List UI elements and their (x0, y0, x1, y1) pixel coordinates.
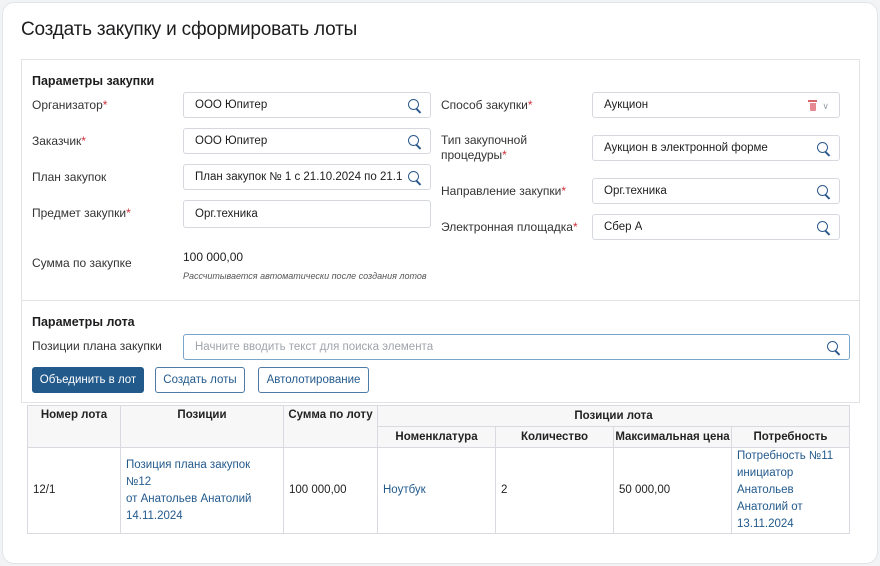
customer-field[interactable]: ООО Юпитер (183, 128, 431, 154)
subject-label: Предмет закупки* (32, 206, 131, 220)
cell-sum: 100 000,00 (283, 447, 378, 534)
platform-label: Электронная площадка* (441, 220, 578, 234)
procedure-type-label: Тип закупочной процедуры* (441, 133, 528, 162)
positions-placeholder: Начните вводить текст для поиска элемент… (195, 341, 434, 353)
merge-into-lot-button[interactable]: Объединить в лот (32, 367, 144, 393)
platform-value: Сбер А (604, 221, 643, 233)
sum-label: Сумма по закупке (32, 256, 132, 270)
header-need: Потребность (731, 426, 850, 448)
cell-nomenclature-link[interactable]: Ноутбук (377, 447, 496, 534)
direction-label: Направление закупки* (441, 184, 566, 198)
customer-label: Заказчик* (32, 134, 86, 148)
purchase-params-panel: Параметры закупки Организатор* ООО Юпите… (21, 59, 860, 301)
plan-value: План закупок № 1 с 21.10.2024 по 21.11.2… (195, 171, 402, 183)
cell-need-link[interactable]: Потребность №11 инициатор Анатольев Анат… (731, 447, 850, 534)
header-lot-number: Номер лота (27, 405, 121, 448)
method-select[interactable]: Аукцион ∨ (592, 92, 840, 118)
header-sum: Сумма по лоту (283, 405, 378, 448)
cell-lot-number: 12/1 (27, 447, 121, 534)
header-quantity: Количество (495, 426, 614, 448)
chevron-down-icon[interactable]: ∨ (822, 101, 829, 112)
search-icon[interactable] (816, 220, 832, 236)
page-title: Создать закупку и сформировать лоты (21, 19, 358, 40)
header-nomenclature: Номенклатура (377, 426, 496, 448)
plan-field[interactable]: План закупок № 1 с 21.10.2024 по 21.11.2… (183, 164, 431, 190)
create-lots-button[interactable]: Создать лоты (155, 367, 245, 393)
table-row: 12/1 Позиция плана закупок №12 от Анатол… (27, 447, 850, 534)
search-icon[interactable] (407, 134, 423, 150)
plan-label: План закупок (32, 170, 107, 184)
header-max-price: Максимальная цена (613, 426, 732, 448)
platform-field[interactable]: Сбер А (592, 214, 840, 240)
organizer-value: ООО Юпитер (195, 99, 268, 111)
positions-label: Позиции плана закупки (32, 339, 162, 353)
header-positions: Позиции (120, 405, 284, 448)
subject-field[interactable]: Орг.техника (183, 200, 431, 228)
method-value: Аукцион (604, 99, 649, 111)
search-icon[interactable] (826, 340, 842, 356)
trash-icon[interactable] (808, 100, 817, 111)
lot-section-title: Параметры лота (32, 315, 135, 329)
cell-max-price: 50 000,00 (613, 447, 732, 534)
search-icon[interactable] (816, 184, 832, 200)
subject-value: Орг.техника (195, 208, 258, 220)
auto-lotting-button[interactable]: Автолотирование (258, 367, 369, 393)
search-icon[interactable] (407, 170, 423, 186)
lots-table: Номер лота Позиции Сумма по лоту Позиции… (27, 405, 850, 534)
procedure-type-field[interactable]: Аукцион в электронной форме (592, 135, 840, 161)
purchase-section-title: Параметры закупки (32, 74, 155, 88)
lot-params-panel: Параметры лота Позиции плана закупки Нач… (21, 300, 860, 403)
direction-value: Орг.техника (604, 185, 667, 197)
header-lot-positions: Позиции лота (377, 405, 850, 427)
search-icon[interactable] (816, 141, 832, 157)
cell-position-link[interactable]: Позиция плана закупок №12 от Анатольев А… (120, 447, 284, 534)
customer-value: ООО Юпитер (195, 135, 268, 147)
search-icon[interactable] (407, 98, 423, 114)
cell-quantity: 2 (495, 447, 614, 534)
direction-field[interactable]: Орг.техника (592, 178, 840, 204)
positions-search-input[interactable]: Начните вводить текст для поиска элемент… (183, 334, 850, 360)
procedure-type-value: Аукцион в электронной форме (604, 142, 768, 154)
sum-note: Рассчитывается автоматически после созда… (183, 271, 427, 281)
organizer-field[interactable]: ООО Юпитер (183, 92, 431, 118)
sum-value: 100 000,00 (183, 250, 244, 264)
method-label: Способ закупки* (441, 98, 533, 112)
organizer-label: Организатор* (32, 98, 108, 112)
